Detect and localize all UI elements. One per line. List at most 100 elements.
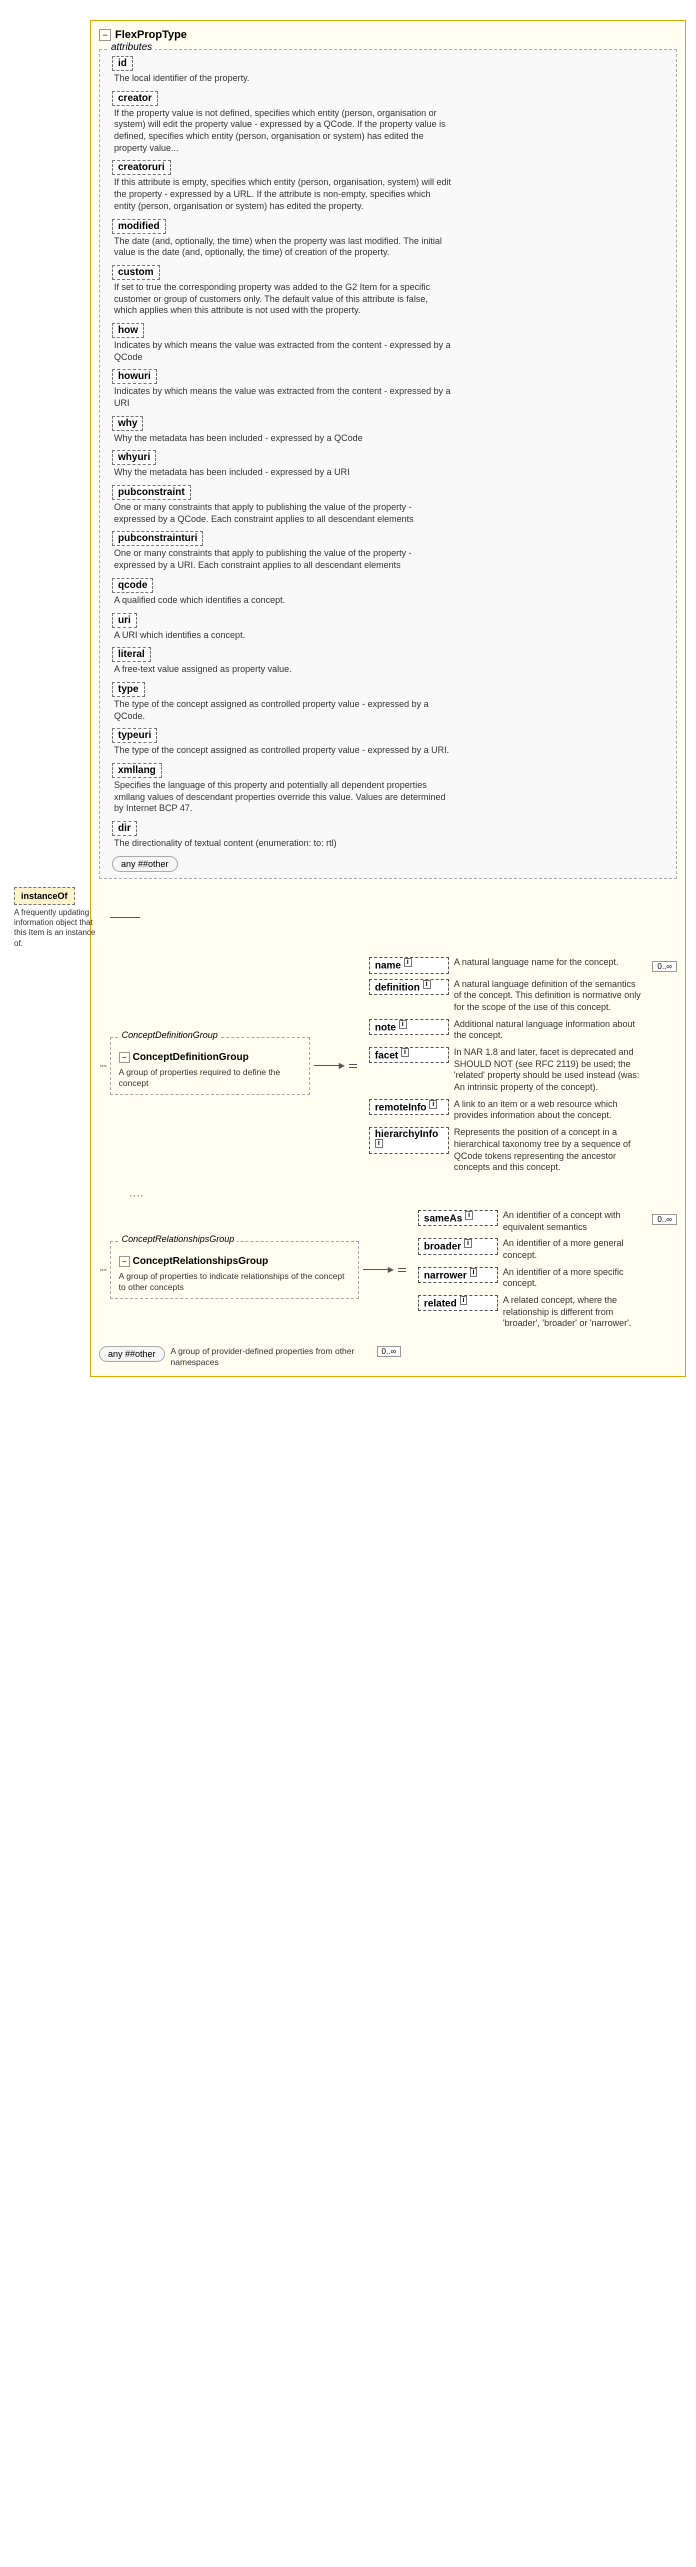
attr-literal: literal A free-text value assigned as pr… <box>108 647 668 676</box>
attr-name-pubconstraint[interactable]: pubconstraint <box>112 485 191 500</box>
attr-pubconstrainturi: pubconstrainturi One or many constraints… <box>108 531 668 571</box>
attr-desc-custom: If set to true the corresponding propert… <box>112 282 452 317</box>
any-other-bottom2-box[interactable]: any ##other <box>99 1346 165 1362</box>
concept-rel-item-related: related i A related concept, where the r… <box>418 1295 642 1330</box>
instance-of-container: instanceOf A frequently updating informa… <box>14 887 677 950</box>
concept-def-remoteinfo-desc: A link to an item or a web resource whic… <box>454 1099 643 1122</box>
concept-def-group-desc: A group of properties required to define… <box>119 1067 301 1089</box>
concept-def-name-box[interactable]: name i <box>369 957 449 973</box>
attr-typeuri: typeuri The type of the concept assigned… <box>108 728 668 757</box>
concept-def-item-remoteinfo: remoteInfo i A link to an item or a web … <box>369 1099 643 1122</box>
title-bar: − FlexPropType <box>99 29 677 41</box>
any-other-attr-box[interactable]: any ##other <box>112 856 178 872</box>
concept-rel-related-box[interactable]: related i <box>418 1295 498 1311</box>
expand-icon[interactable]: − <box>99 29 111 41</box>
concept-def-item-note: note i Additional natural language infor… <box>369 1019 643 1042</box>
attr-desc-pubconstrainturi: One or many constraints that apply to pu… <box>112 548 452 571</box>
attr-name-modified[interactable]: modified <box>112 219 166 234</box>
middle-dots-icon: ···· <box>129 1190 144 1202</box>
concept-def-items: name i A natural language name for the c… <box>369 957 643 1174</box>
attr-desc-qcode: A qualified code which identifies a conc… <box>112 595 452 607</box>
attr-xmllang: xmllang Specifies the language of this p… <box>108 763 668 815</box>
concept-def-facet-desc: In NAR 1.8 and later, facet is deprecate… <box>454 1047 643 1094</box>
attr-name-why[interactable]: why <box>112 416 143 431</box>
attr-custom: custom If set to true the corresponding … <box>108 265 668 317</box>
attr-name-typeuri[interactable]: typeuri <box>112 728 157 743</box>
attributes-section: attributes id The local identifier of th… <box>99 49 677 879</box>
concept-def-name-desc: A natural language name for the concept. <box>454 957 619 969</box>
concept-rel-item-narrower: narrower i An identifier of a more speci… <box>418 1267 642 1290</box>
attr-name-creator[interactable]: creator <box>112 91 158 106</box>
attr-name-creatoruri[interactable]: creatoruri <box>112 160 171 175</box>
attr-name-id[interactable]: id <box>112 56 133 71</box>
concept-rel-broader-box[interactable]: broader i <box>418 1238 498 1254</box>
concept-rel-sameas-box[interactable]: sameAs i <box>418 1210 498 1226</box>
concept-def-expand-icon[interactable]: − <box>119 1052 130 1063</box>
attr-whyuri: whyuri Why the metadata has been include… <box>108 450 668 479</box>
concept-rel-group-box: ConceptRelationshipsGroup − ConceptRelat… <box>110 1241 359 1299</box>
concept-def-definition-box[interactable]: definition i <box>369 979 449 995</box>
any-other-bottom2-multi: 0..∞ <box>377 1346 402 1357</box>
concept-def-group-box: ConceptDefinitionGroup − ConceptDefiniti… <box>110 1037 310 1095</box>
concept-rel-narrower-box[interactable]: narrower i <box>418 1267 498 1283</box>
attr-desc-literal: A free-text value assigned as property v… <box>112 664 452 676</box>
concept-def-note-desc: Additional natural language information … <box>454 1019 643 1042</box>
attr-pubconstraint: pubconstraint One or many constraints th… <box>108 485 668 525</box>
concept-rel-group-desc: A group of properties to indicate relati… <box>119 1271 350 1293</box>
any-other-bottom2-desc: A group of provider-defined properties f… <box>171 1346 371 1368</box>
concept-def-multiplicity: 0..∞ <box>652 961 677 972</box>
concept-def-multi-badge: 0..∞ <box>652 961 677 972</box>
instance-of-label[interactable]: instanceOf <box>14 887 75 905</box>
attr-howuri: howuri Indicates by which means the valu… <box>108 369 668 409</box>
attr-type: type The type of the concept assigned as… <box>108 682 668 722</box>
attr-name-whyuri[interactable]: whyuri <box>112 450 156 465</box>
attr-desc-pubconstraint: One or many constraints that apply to pu… <box>112 502 452 525</box>
concept-def-group-title: − ConceptDefinitionGroup <box>119 1052 301 1063</box>
attr-name-xmllang[interactable]: xmllang <box>112 763 162 778</box>
attr-creatoruri: creatoruri If this attribute is empty, s… <box>108 160 668 212</box>
concept-def-group-name: ConceptDefinitionGroup <box>133 1052 249 1063</box>
attr-name-how[interactable]: how <box>112 323 144 338</box>
attr-how: how Indicates by which means the value w… <box>108 323 668 363</box>
attr-name-type[interactable]: type <box>112 682 145 697</box>
main-container: − FlexPropType attributes id The local i… <box>90 20 686 1377</box>
concept-def-multi-connector <box>349 1064 357 1068</box>
attr-desc-xmllang: Specifies the language of this property … <box>112 780 452 815</box>
left-dots-icon: ···· <box>99 1060 106 1072</box>
concept-rel-group-connector: ···· ConceptRelationshipsGroup − Concept… <box>99 1210 677 1330</box>
concept-def-item-facet: facet i In NAR 1.8 and later, facet is d… <box>369 1047 643 1094</box>
middle-dots: ···· <box>129 1190 677 1202</box>
attr-modified: modified The date (and, optionally, the … <box>108 219 668 259</box>
attr-qcode: qcode A qualified code which identifies … <box>108 578 668 607</box>
concept-def-arrow: ▶ <box>314 1061 345 1070</box>
concept-rel-group-name: ConceptRelationshipsGroup <box>133 1256 269 1267</box>
concept-def-facet-box[interactable]: facet i <box>369 1047 449 1063</box>
concept-rel-fork <box>398 1268 406 1272</box>
concept-def-note-box[interactable]: note i <box>369 1019 449 1035</box>
attr-name-qcode[interactable]: qcode <box>112 578 153 593</box>
concept-rel-expand-icon[interactable]: − <box>119 1256 130 1267</box>
concept-rel-group-title: − ConceptRelationshipsGroup <box>119 1256 350 1267</box>
attr-name-pubconstrainturi[interactable]: pubconstrainturi <box>112 531 203 546</box>
attr-desc-creatoruri: If this attribute is empty, specifies wh… <box>112 177 452 212</box>
attr-name-literal[interactable]: literal <box>112 647 151 662</box>
concept-def-group-row: ···· ConceptDefinitionGroup − ConceptDef… <box>99 957 677 1174</box>
attr-desc-uri: A URI which identifies a concept. <box>112 630 452 642</box>
page-title: FlexPropType <box>115 29 187 41</box>
attr-name-howuri[interactable]: howuri <box>112 369 157 384</box>
concept-def-hierarchyinfo-box[interactable]: hierarchyInfo i <box>369 1127 449 1154</box>
attr-name-dir[interactable]: dir <box>112 821 137 836</box>
concept-def-group-label: ConceptDefinitionGroup <box>119 1030 221 1040</box>
concept-rel-items: sameAs i An identifier of a concept with… <box>418 1210 642 1330</box>
concept-rel-arrow: ▶ <box>363 1265 394 1274</box>
groups-section: ···· ConceptDefinitionGroup − ConceptDef… <box>99 957 677 1368</box>
attr-desc-dir: The directionality of textual content (e… <box>112 838 452 850</box>
concept-def-hierarchyinfo-desc: Represents the position of a concept in … <box>454 1127 643 1174</box>
concept-def-definition-desc: A natural language definition of the sem… <box>454 979 643 1014</box>
attr-name-custom[interactable]: custom <box>112 265 160 280</box>
attr-desc-whyuri: Why the metadata has been included - exp… <box>112 467 452 479</box>
concept-def-item-hierarchyinfo: hierarchyInfo i Represents the position … <box>369 1127 643 1174</box>
attr-name-uri[interactable]: uri <box>112 613 137 628</box>
attr-uri: uri A URI which identifies a concept. <box>108 613 668 642</box>
concept-def-remoteinfo-box[interactable]: remoteInfo i <box>369 1099 449 1115</box>
